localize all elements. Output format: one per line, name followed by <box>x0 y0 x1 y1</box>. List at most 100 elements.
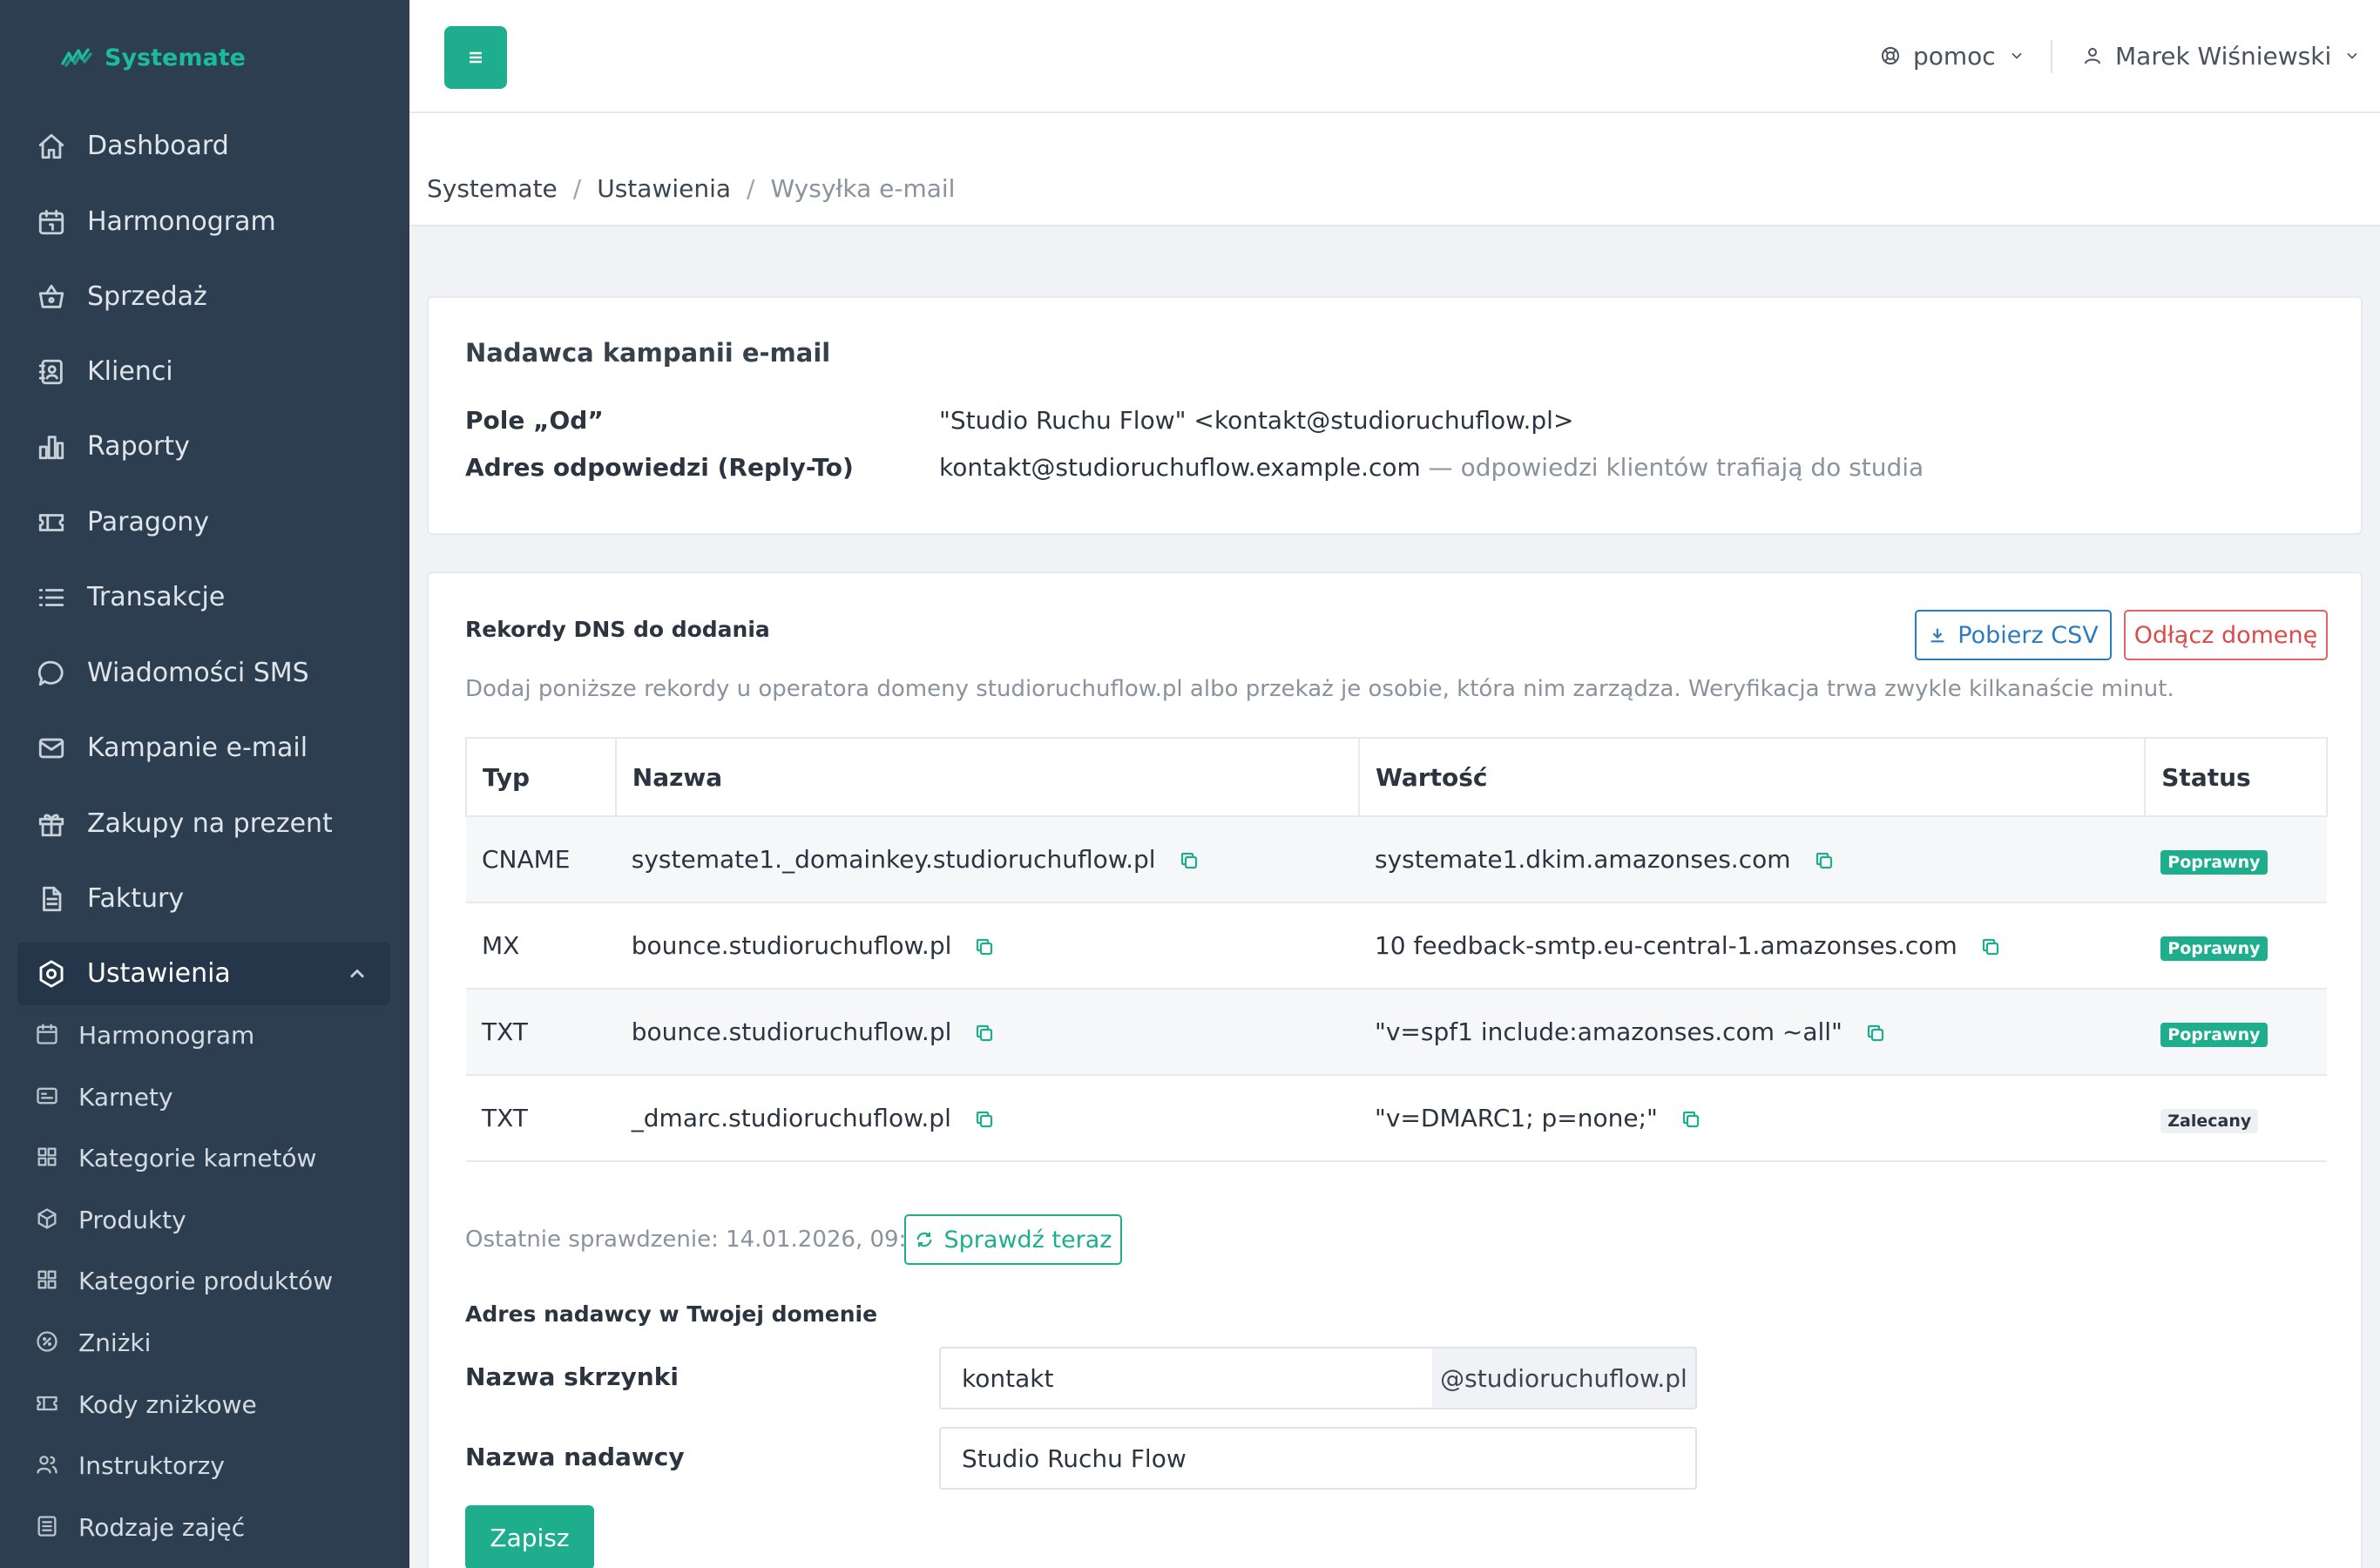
grid-icon <box>35 1267 61 1294</box>
sidebar-item-klienci[interactable]: Klienci <box>17 341 390 403</box>
sidebar-item-ustawienia[interactable]: Ustawienia <box>17 943 390 1005</box>
download-csv-label: Pobierz CSV <box>1957 621 2099 649</box>
disconnect-domain-label: Odłącz domenę <box>2133 621 2318 649</box>
box-icon <box>35 1206 61 1233</box>
disconnect-domain-button[interactable]: Odłącz domenę <box>2124 610 2328 660</box>
sidebar-item-kampanie-email[interactable]: Kampanie e-mail <box>17 717 390 780</box>
sidebar-item-raporty[interactable]: Raporty <box>17 416 390 478</box>
copy-icon[interactable] <box>974 935 995 956</box>
reply-to-label: Adres odpowiedzi (Reply-To) <box>465 453 854 482</box>
percent-icon <box>35 1329 61 1355</box>
sidebar-item-transakcje[interactable]: Transakcje <box>17 566 390 629</box>
reply-to-value-row: kontakt@studioruchuflow.example.com — od… <box>939 453 1924 482</box>
users-icon <box>35 1452 61 1478</box>
check-now-button[interactable]: Sprawdź teraz <box>904 1214 1122 1265</box>
mailbox-input[interactable]: kontakt <box>939 1347 1434 1409</box>
help-dropdown[interactable]: pomoc <box>1880 38 2025 73</box>
sidebar-item-wiadomosci-sms[interactable]: Wiadomości SMS <box>17 642 390 705</box>
submenu-item-label: Karnety <box>78 1083 173 1112</box>
record-name-cell: systemate1._domainkey.studioruchuflow.pl <box>615 816 1359 903</box>
list-icon <box>35 581 68 614</box>
status-badge: Poprawny <box>2160 936 2268 961</box>
submenu-item-instruktorzy[interactable]: Instruktorzy <box>17 1439 390 1491</box>
sidebar-item-dashboard[interactable]: Dashboard <box>17 115 390 178</box>
chevron-down-icon <box>2343 42 2361 71</box>
record-value: "v=DMARC1; p=none;" <box>1374 1104 1658 1132</box>
refresh-icon <box>916 1232 931 1247</box>
sidebar-item-label: Transakcje <box>87 582 226 612</box>
submenu-item-kategorie-produktow[interactable]: Kategorie produktów <box>17 1254 390 1307</box>
sidebar-item-label: Zakupy na prezent <box>87 808 333 839</box>
submenu-item-label: Produkty <box>78 1206 186 1234</box>
sidebar-item-label: Ustawienia <box>87 958 231 989</box>
topbar: pomoc Marek Wiśniewski <box>409 0 2380 113</box>
brand-logo[interactable]: Systemate <box>61 40 246 75</box>
copy-icon[interactable] <box>1814 848 1835 869</box>
dns-description: Dodaj poniższe rekordy u operatora domen… <box>465 676 2174 702</box>
record-status-cell: Poprawny <box>2145 989 2327 1076</box>
copy-icon[interactable] <box>1865 1021 1886 1042</box>
sidebar-item-label: Sprzedaż <box>87 281 207 312</box>
copy-icon[interactable] <box>974 1021 995 1042</box>
sidebar-item-label: Faktury <box>87 883 185 914</box>
record-name-cell: _dmarc.studioruchuflow.pl <box>615 1075 1359 1162</box>
menu-toggle-button[interactable] <box>444 26 507 89</box>
lifebuoy-icon <box>1882 47 1899 64</box>
record-type: TXT <box>466 1075 616 1162</box>
sender-name-input[interactable]: Studio Ruchu Flow <box>939 1427 1697 1490</box>
brand-name: Systemate <box>105 44 246 71</box>
submenu-item-kategorie-karnetow[interactable]: Kategorie karnetów <box>17 1132 390 1184</box>
copy-icon[interactable] <box>974 1107 995 1128</box>
copy-icon[interactable] <box>1680 1107 1701 1128</box>
gift-icon <box>35 808 68 841</box>
save-button[interactable]: Zapisz <box>465 1505 594 1568</box>
brand-wave-icon <box>61 48 92 67</box>
sidebar-item-label: Paragony <box>87 507 210 537</box>
record-value: 10 feedback-smtp.eu-central-1.amazonses.… <box>1374 931 1957 960</box>
record-value: systemate1.dkim.amazonses.com <box>1374 845 1791 874</box>
dns-records-title: Rekordy DNS do dodania <box>465 617 770 642</box>
user-menu-dropdown[interactable]: Marek Wiśniewski <box>2082 38 2361 73</box>
submenu-item-label: Instruktorzy <box>78 1451 225 1480</box>
sidebar-item-sprzedaz[interactable]: Sprzedaż <box>17 266 390 328</box>
sidebar-item-faktury[interactable]: Faktury <box>17 868 390 930</box>
submenu-item-harmonogram[interactable]: Harmonogram <box>17 1009 390 1061</box>
breadcrumb-item-home[interactable]: Systemate <box>427 174 558 203</box>
record-name: bounce.studioruchuflow.pl <box>631 1017 952 1046</box>
submenu-item-karnety[interactable]: Karnety <box>17 1071 390 1123</box>
submenu-item-label: Zniżki <box>78 1328 152 1357</box>
sidebar-item-paragony[interactable]: Paragony <box>17 491 390 554</box>
breadcrumb-separator: / <box>747 174 755 203</box>
status-badge: Poprawny <box>2160 1022 2268 1047</box>
table-row: TXT _dmarc.studioruchuflow.pl "v=DMARC1;… <box>466 1075 2327 1162</box>
list-box-icon <box>35 1514 61 1540</box>
breadcrumb: Systemate / Ustawienia / Wysyłka e-mail <box>427 174 955 203</box>
submenu-item-produkty[interactable]: Produkty <box>17 1193 390 1246</box>
download-csv-button[interactable]: Pobierz CSV <box>1915 610 2112 660</box>
chevron-up-icon[interactable] <box>345 962 369 986</box>
sidebar-item-label: Klienci <box>87 356 173 387</box>
submenu-item-rodzaje-zajec[interactable]: Rodzaje zajęć <box>17 1501 390 1553</box>
sidebar: Systemate Dashboard Harmonogram Sprzedaż… <box>0 0 409 1568</box>
copy-icon[interactable] <box>1980 935 2001 956</box>
sidebar-item-label: Wiadomości SMS <box>87 658 309 688</box>
record-name: bounce.studioruchuflow.pl <box>631 931 952 960</box>
status-badge: Poprawny <box>2160 849 2268 875</box>
sender-card: Nadawca kampanii e-mail Pole „Od” "Studi… <box>427 296 2363 535</box>
column-header-type: Typ <box>465 737 617 817</box>
breadcrumb-item-settings[interactable]: Ustawienia <box>597 174 731 203</box>
page-subheader: Systemate / Ustawienia / Wysyłka e-mail <box>409 113 2380 226</box>
record-status-cell: Poprawny <box>2145 816 2327 903</box>
submenu-item-label: Harmonogram <box>78 1021 255 1050</box>
submenu-item-znizki[interactable]: Zniżki <box>17 1316 390 1369</box>
hamburger-icon <box>470 51 482 64</box>
document-icon <box>35 882 68 916</box>
sidebar-item-harmonogram[interactable]: Harmonogram <box>17 191 390 253</box>
sidebar-item-zakupy-na-prezent[interactable]: Zakupy na prezent <box>17 793 390 855</box>
submenu-item-kody-znizkowe[interactable]: Kody zniżkowe <box>17 1378 390 1430</box>
record-type: MX <box>466 902 616 990</box>
table-row: TXT bounce.studioruchuflow.pl "v=spf1 in… <box>466 989 2327 1076</box>
last-check-text: Ostatnie sprawdzenie: 14.01.2026, 09:52 <box>465 1227 936 1253</box>
help-label: pomoc <box>1913 41 1996 71</box>
copy-icon[interactable] <box>1179 848 1200 869</box>
